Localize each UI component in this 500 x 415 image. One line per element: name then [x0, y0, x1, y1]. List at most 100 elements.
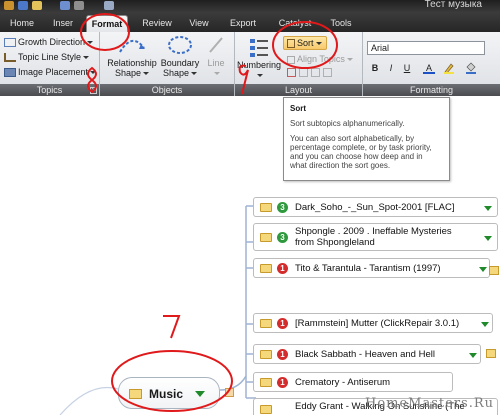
- folder-icon: [260, 233, 272, 242]
- image-placement-icon: [4, 68, 16, 78]
- tab-home[interactable]: Home: [4, 15, 40, 32]
- align-left-icon[interactable]: [299, 68, 308, 77]
- tooltip-line-4: and you can choose how deep and in: [290, 152, 423, 161]
- folder-icon: [489, 266, 499, 275]
- topic-line-style-button[interactable]: Topic Line Style: [4, 52, 90, 63]
- relationship-shape-label-2: Shape: [104, 68, 160, 78]
- tab-catalyst[interactable]: Catalyst: [272, 15, 318, 32]
- folder-icon: [260, 319, 272, 328]
- priority-3-icon: 3: [277, 202, 288, 213]
- topic-tito-tarantula[interactable]: 1 Tito & Tarantula - Tarantism (1997): [253, 258, 490, 278]
- topics-group: Growth Direction Topic Line Style Image …: [0, 32, 100, 96]
- expand-arrow-icon[interactable]: [479, 267, 487, 272]
- folder-icon: [486, 349, 496, 358]
- boundary-shape-icon: [168, 36, 192, 54]
- expand-arrow-icon[interactable]: [481, 322, 489, 327]
- new-icon[interactable]: [32, 1, 42, 10]
- topic-shpongle[interactable]: 3 Shpongle . 2009 . Ineffable Mysteries …: [253, 223, 498, 251]
- central-topic-label: Music: [149, 387, 184, 401]
- folder-icon: [260, 203, 272, 212]
- underline-button[interactable]: U: [401, 62, 413, 74]
- app-menu-icon[interactable]: [4, 1, 14, 10]
- collapse-toggle-icon[interactable]: [225, 388, 234, 397]
- tab-format[interactable]: Format: [86, 15, 128, 32]
- line-button[interactable]: Line: [202, 34, 230, 78]
- expand-arrow-icon[interactable]: [469, 353, 477, 358]
- align-topics-button[interactable]: Align Topics: [287, 54, 353, 64]
- highlighter-icon: [444, 63, 454, 74]
- priority-1-icon: 1: [277, 263, 288, 274]
- topic-rammstein[interactable]: 1 [Rammstein] Mutter (ClickRepair 3.0.1): [253, 313, 493, 333]
- topics-group-label: Topics: [0, 84, 99, 96]
- numbering-button[interactable]: Numbering: [237, 36, 281, 80]
- fill-color-icon: [466, 62, 476, 74]
- objects-group: Relationship Shape Boundary Shape Line O…: [100, 32, 235, 96]
- undo-icon[interactable]: [60, 1, 70, 10]
- watermark: HomeMasters.Ru: [364, 396, 494, 411]
- line-caret: [202, 68, 230, 78]
- formatting-group-label: Formatting: [363, 84, 500, 96]
- growth-direction-icon: [4, 38, 16, 48]
- distribute-icon[interactable]: [287, 68, 296, 77]
- layout-group: Numbering Sort Align Topics Layout: [235, 32, 363, 96]
- expand-arrow-icon[interactable]: [195, 391, 205, 397]
- boundary-shape-button[interactable]: Boundary Shape: [158, 34, 202, 78]
- growth-direction-button[interactable]: Growth Direction: [4, 37, 94, 48]
- tab-insert[interactable]: Inser: [46, 15, 80, 32]
- topic-dark-soho[interactable]: 3 Dark_Soho_-_Sun_Spot-2001 [FLAC]: [253, 197, 498, 217]
- numbering-icon: [250, 39, 268, 57]
- save-icon[interactable]: [18, 1, 28, 10]
- font-color-button[interactable]: A: [423, 62, 435, 74]
- topic-label: [Rammstein] Mutter (ClickRepair 3.0.1): [295, 318, 460, 329]
- growth-direction-label: Growth Direction: [18, 37, 86, 47]
- window-title: Тест музыка: [424, 0, 482, 10]
- folder-icon: [260, 378, 272, 387]
- priority-3-icon: 3: [277, 232, 288, 243]
- topic-crematory[interactable]: 1 Crematory - Antiserum: [253, 372, 453, 392]
- font-name-field[interactable]: Arial: [367, 41, 485, 55]
- relationship-shape-button[interactable]: Relationship Shape: [104, 34, 160, 78]
- tooltip-line-5: what direction the sort goes.: [290, 161, 391, 170]
- mindmanager-window: Тест музыка Home Inser Format Review Vie…: [0, 0, 500, 415]
- align-right-icon[interactable]: [323, 68, 332, 77]
- folder-icon: [260, 350, 272, 359]
- send-icon[interactable]: [104, 1, 114, 10]
- line-label: Line: [207, 58, 225, 68]
- title-bar: Тест музыка: [0, 0, 500, 12]
- topic-line-style-label: Topic Line Style: [18, 52, 82, 62]
- expand-arrow-icon[interactable]: [484, 206, 492, 211]
- italic-button[interactable]: I: [385, 62, 397, 74]
- tab-export[interactable]: Export: [224, 15, 262, 32]
- align-center-icon[interactable]: [311, 68, 320, 77]
- topic-label: Black Sabbath - Heaven and Hell: [295, 349, 435, 360]
- layout-small-buttons: [287, 68, 332, 79]
- topic-black-sabbath[interactable]: 1 Black Sabbath - Heaven and Hell: [253, 344, 481, 364]
- tooltip-title: Sort: [290, 104, 306, 113]
- tab-view[interactable]: View: [184, 15, 214, 32]
- image-placement-button[interactable]: Image Placement: [4, 67, 97, 78]
- topics-dialog-launcher[interactable]: ↘: [90, 87, 97, 94]
- priority-1-icon: 1: [277, 318, 288, 329]
- line-icon: [209, 37, 223, 53]
- tab-tools[interactable]: Tools: [324, 15, 358, 32]
- topic-label: Crematory - Antiserum: [295, 377, 391, 388]
- objects-group-label: Objects: [100, 84, 234, 96]
- sort-label: Sort: [297, 38, 314, 48]
- fill-color-button[interactable]: [465, 62, 477, 74]
- sort-button[interactable]: Sort: [283, 36, 327, 50]
- central-topic[interactable]: Music: [118, 377, 220, 409]
- priority-1-icon: 1: [277, 377, 288, 388]
- align-topics-icon: [287, 55, 295, 64]
- expand-arrow-icon[interactable]: [484, 236, 492, 241]
- sort-tooltip: Sort Sort subtopics alphanumerically. Yo…: [283, 97, 450, 181]
- ribbon: Growth Direction Topic Line Style Image …: [0, 32, 500, 96]
- topic-line-style-icon: [4, 53, 16, 63]
- tooltip-line-3: percentage complete, or by task priority…: [290, 143, 432, 152]
- bold-button[interactable]: B: [369, 62, 381, 74]
- topic-label: Dark_Soho_-_Sun_Spot-2001 [FLAC]: [295, 202, 455, 213]
- tab-review[interactable]: Review: [138, 15, 176, 32]
- highlight-button[interactable]: [443, 62, 455, 74]
- relationship-shape-label-1: Relationship: [107, 58, 157, 68]
- redo-icon[interactable]: [74, 1, 84, 10]
- topic-label-line-2: from Shpongleland: [295, 237, 375, 248]
